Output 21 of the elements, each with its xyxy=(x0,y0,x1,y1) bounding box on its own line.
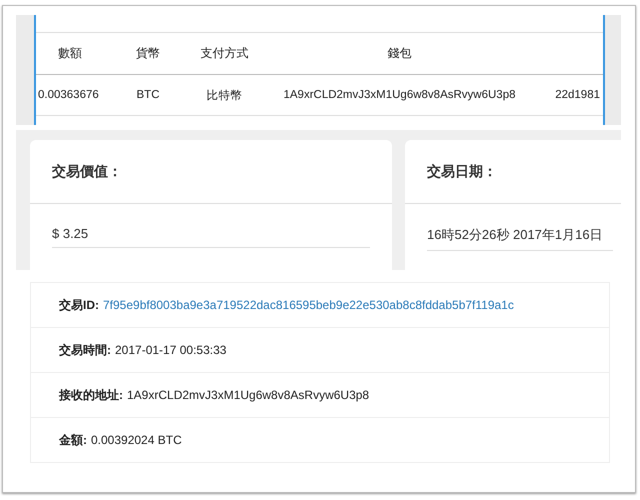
table-cell-text: 0.00363676 xyxy=(37,89,100,101)
card-label: 交易日期： xyxy=(427,162,497,180)
column-header: 貨幣 xyxy=(135,45,161,62)
value-field: $ 3.25 xyxy=(52,226,370,248)
detail-label: 接收的地址: xyxy=(59,386,123,404)
detail-value: 2017-01-17 00:53:33 xyxy=(115,343,226,357)
table-cell-text: 1A9xrCLD2mvJ3xM1Ug6w8v8AsRvyw6U3p8 xyxy=(282,89,516,101)
detail-value: 0.00392024 BTC xyxy=(91,433,182,447)
value-field: 16時52分26秒 2017年1月16日 xyxy=(427,226,613,251)
detail-label: 金額: xyxy=(59,432,87,448)
card-label: 交易價值： xyxy=(52,162,122,180)
table-cell-text: 比特幣 xyxy=(206,88,244,102)
column-header: 數額 xyxy=(57,45,83,62)
table-cell-text: BTC xyxy=(136,89,160,101)
table-cell-text: 22d1981 xyxy=(554,89,600,101)
detail-label: 交易時間: xyxy=(59,342,111,358)
detail-value: 1A9xrCLD2mvJ3xM1Ug6w8v8AsRvyw6U3p8 xyxy=(127,388,370,402)
transaction-link[interactable]: 7f95e9bf8003ba9e3a719522dac816595beb9e22e530ab8c8fddab5b7f119a1c xyxy=(103,298,514,312)
column-header: 錢包 xyxy=(386,45,412,62)
column-header: 支付方式 xyxy=(200,45,250,62)
detail-label: 交易ID: xyxy=(59,296,99,314)
